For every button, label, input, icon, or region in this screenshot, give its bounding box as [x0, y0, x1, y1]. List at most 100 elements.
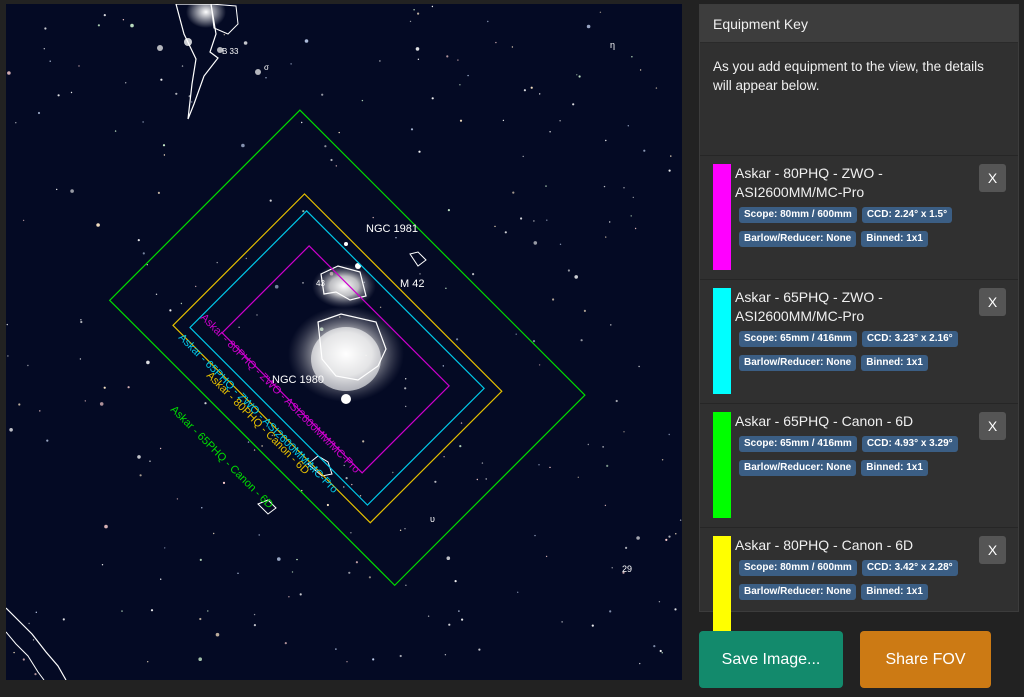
- star: [534, 534, 536, 537]
- star: [399, 529, 402, 531]
- label-ngc1981[interactable]: NGC 1981: [366, 223, 418, 235]
- star: [127, 386, 130, 389]
- star: [454, 580, 457, 583]
- star: [175, 92, 178, 95]
- star: [103, 14, 106, 17]
- star: [149, 460, 151, 462]
- star: [605, 139, 607, 142]
- star: [351, 483, 353, 486]
- star: [442, 365, 444, 367]
- star: [346, 661, 348, 663]
- star: [599, 11, 602, 13]
- star: [78, 65, 80, 67]
- star: [121, 610, 123, 612]
- label-m42[interactable]: M 42: [400, 278, 424, 290]
- star: [62, 618, 65, 621]
- star: [405, 405, 407, 408]
- star: [609, 610, 612, 613]
- barlow-badge: Barlow/Reducer: None: [739, 460, 857, 476]
- star: [261, 445, 263, 447]
- sky-view[interactable]: Askar - 80PHQ - ZWO - ASI2600MM/MC-Pro A…: [6, 4, 682, 680]
- equipment-color-swatch: [713, 412, 731, 518]
- star: [639, 662, 641, 665]
- scope-badge: Scope: 65mm / 416mm: [739, 436, 857, 452]
- star: [574, 275, 578, 279]
- star: [533, 241, 538, 245]
- remove-equipment-button[interactable]: X: [979, 412, 1006, 440]
- star: [157, 191, 160, 194]
- label-upsilon: υ: [430, 514, 435, 524]
- star: [142, 121, 144, 123]
- star: [670, 155, 672, 157]
- star: [549, 466, 551, 469]
- star: [35, 611, 37, 613]
- share-fov-button[interactable]: Share FOV: [860, 631, 991, 688]
- star: [546, 219, 548, 221]
- star: [460, 422, 463, 424]
- equipment-color-swatch: [713, 536, 731, 642]
- star: [199, 617, 202, 621]
- label-ngc1980[interactable]: NGC 1980: [272, 374, 324, 386]
- star: [199, 558, 202, 562]
- remove-equipment-button[interactable]: X: [979, 288, 1006, 316]
- star: [467, 74, 469, 77]
- star: [147, 661, 149, 663]
- milky-way-outline-2: [6, 631, 45, 680]
- star: [372, 658, 375, 661]
- equipment-name: Askar - 80PHQ - Canon - 6D: [735, 537, 914, 553]
- star: [517, 591, 519, 593]
- star: [181, 65, 184, 67]
- equipment-badges: Scope: 80mm / 600mm CCD: 2.24° x 1.5° Bar…: [739, 204, 979, 252]
- star: [459, 445, 462, 448]
- remove-equipment-button[interactable]: X: [979, 164, 1006, 192]
- star: [28, 622, 30, 625]
- star: [559, 120, 561, 122]
- star: [605, 236, 607, 238]
- star: [661, 652, 663, 654]
- star: [207, 610, 209, 612]
- star: [379, 60, 381, 62]
- star: [459, 119, 463, 122]
- star: [215, 632, 220, 637]
- equipment-panel: Equipment Key As you add equipment to th…: [699, 4, 1019, 642]
- star: [679, 519, 682, 521]
- star: [114, 130, 117, 132]
- star: [359, 495, 362, 497]
- remove-equipment-button[interactable]: X: [979, 536, 1006, 564]
- scope-badge: Scope: 80mm / 600mm: [739, 560, 857, 576]
- save-image-button[interactable]: Save Image...: [699, 631, 843, 688]
- star: [302, 282, 304, 284]
- star: [150, 609, 154, 612]
- star: [586, 24, 591, 29]
- star: [324, 145, 327, 148]
- star: [512, 191, 515, 194]
- star: [419, 273, 421, 275]
- star: [355, 561, 358, 564]
- star: [18, 403, 21, 406]
- star: [522, 155, 524, 158]
- binned-badge: Binned: 1x1: [861, 231, 928, 247]
- star: [658, 601, 661, 603]
- star: [472, 273, 475, 276]
- star: [291, 571, 294, 573]
- star: [587, 443, 589, 446]
- star: [604, 504, 607, 507]
- star: [160, 578, 162, 580]
- star: [606, 464, 609, 467]
- star: [668, 169, 671, 172]
- star: [443, 456, 445, 458]
- star: [258, 534, 260, 536]
- star: [655, 87, 658, 89]
- sky-canvas[interactable]: Askar - 80PHQ - ZWO - ASI2600MM/MC-Pro A…: [6, 4, 682, 680]
- star: [636, 536, 640, 540]
- star: [137, 239, 140, 242]
- star: [418, 150, 421, 153]
- equipment-name: Askar - 80PHQ - ZWO - ASI2600MM/MC-Pro: [735, 165, 883, 200]
- ccd-badge: CCD: 3.23° x 2.16°: [861, 331, 958, 347]
- star: [602, 446, 604, 448]
- star: [101, 564, 104, 566]
- star: [70, 189, 74, 193]
- star: [372, 216, 374, 219]
- star: [288, 596, 290, 598]
- star: [457, 59, 459, 61]
